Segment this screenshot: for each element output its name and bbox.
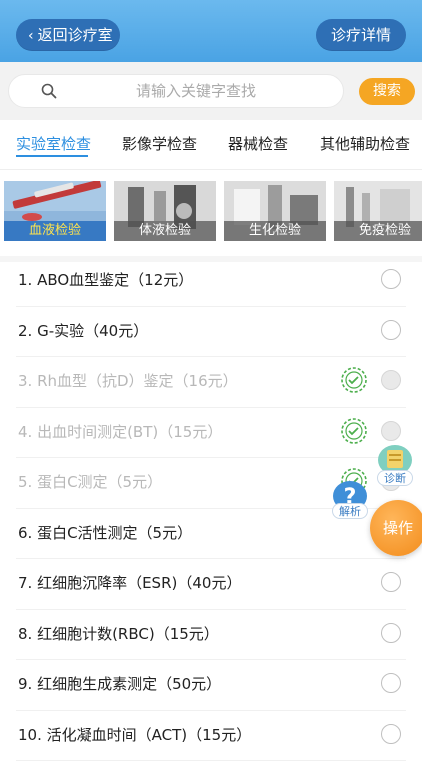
back-button-label: 返回诊疗室 [38, 26, 113, 44]
search-bar: 请输入关键字查找 搜索 [0, 62, 422, 120]
list-item[interactable]: 9. 红细胞生成素测定（50元） [16, 660, 406, 711]
select-radio[interactable] [381, 320, 401, 340]
category-strip: 血液检验 体液检验 生化检验 免疫检验 [0, 170, 422, 262]
item-label: 4. 出血时间测定(BT)（15元） [18, 421, 222, 442]
item-label: 10. 活化凝血时间（ACT)（15元） [18, 724, 251, 745]
list-item[interactable]: 8. 红细胞计数(RBC)（15元） [16, 610, 406, 661]
list-item: 4. 出血时间测定(BT)（15元） [16, 408, 406, 459]
exam-type-tabs: 实验室检查 影像学检查 器械检查 其他辅助检查 [0, 120, 422, 170]
list-item: 3. Rh血型（抗D）鉴定（16元） [16, 357, 406, 408]
category-blood-test[interactable]: 血液检验 [4, 181, 106, 241]
select-radio [381, 421, 401, 441]
select-radio[interactable] [381, 572, 401, 592]
search-input[interactable]: 请输入关键字查找 [8, 74, 344, 108]
item-label: 6. 蛋白C活性测定（5元） [18, 522, 192, 543]
active-tab-indicator [16, 155, 88, 157]
analysis-label[interactable]: 解析 [332, 503, 368, 519]
completed-stamp-icon [340, 417, 368, 445]
item-label: 7. 红细胞沉降率（ESR)（40元） [18, 572, 241, 593]
tab-instrument-exam[interactable]: 器械检查 [228, 133, 288, 154]
category-body-fluid-test[interactable]: 体液检验 [114, 181, 216, 241]
item-label: 5. 蛋白C测定（5元） [18, 471, 162, 492]
select-radio[interactable] [381, 623, 401, 643]
list-item[interactable]: 2. G-实验（40元） [16, 307, 406, 358]
category-label: 生化检验 [224, 221, 326, 241]
category-label: 血液检验 [4, 221, 106, 241]
list-item[interactable]: 7. 红细胞沉降率（ESR)（40元） [16, 559, 406, 610]
item-label: 8. 红细胞计数(RBC)（15元） [18, 623, 219, 644]
select-radio [381, 370, 401, 390]
category-immune-test[interactable]: 免疫检验 [334, 181, 422, 241]
item-label: 9. 红细胞生成素测定（50元） [18, 673, 221, 694]
diagnosis-label[interactable]: 诊断 [377, 470, 413, 486]
operate-button[interactable]: 操作 [370, 500, 422, 556]
top-bar: ‹返回诊疗室 诊疗详情 [0, 0, 422, 62]
tab-other-aux-exam[interactable]: 其他辅助检查 [320, 133, 410, 154]
category-label: 免疫检验 [334, 221, 422, 241]
select-radio[interactable] [381, 673, 401, 693]
category-label: 体液检验 [114, 221, 216, 241]
list-item[interactable]: 1. ABO血型鉴定（12元） [16, 256, 406, 307]
search-placeholder: 请输入关键字查找 [9, 75, 343, 107]
select-radio[interactable] [381, 724, 401, 744]
back-to-clinic-button[interactable]: ‹返回诊疗室 [16, 19, 120, 51]
tab-lab-exam[interactable]: 实验室检查 [16, 133, 91, 154]
chevron-left-icon: ‹ [28, 20, 34, 52]
item-label: 2. G-实验（40元） [18, 320, 148, 341]
item-label: 3. Rh血型（抗D）鉴定（16元） [18, 370, 238, 391]
item-label: 1. ABO血型鉴定（12元） [18, 269, 193, 290]
list-item[interactable]: 10. 活化凝血时间（ACT)（15元） [16, 711, 406, 761]
select-radio[interactable] [381, 269, 401, 289]
search-button[interactable]: 搜索 [359, 78, 415, 105]
treatment-detail-button[interactable]: 诊疗详情 [316, 19, 406, 51]
category-biochem-test[interactable]: 生化检验 [224, 181, 326, 241]
tab-imaging-exam[interactable]: 影像学检查 [122, 133, 197, 154]
completed-stamp-icon [340, 366, 368, 394]
